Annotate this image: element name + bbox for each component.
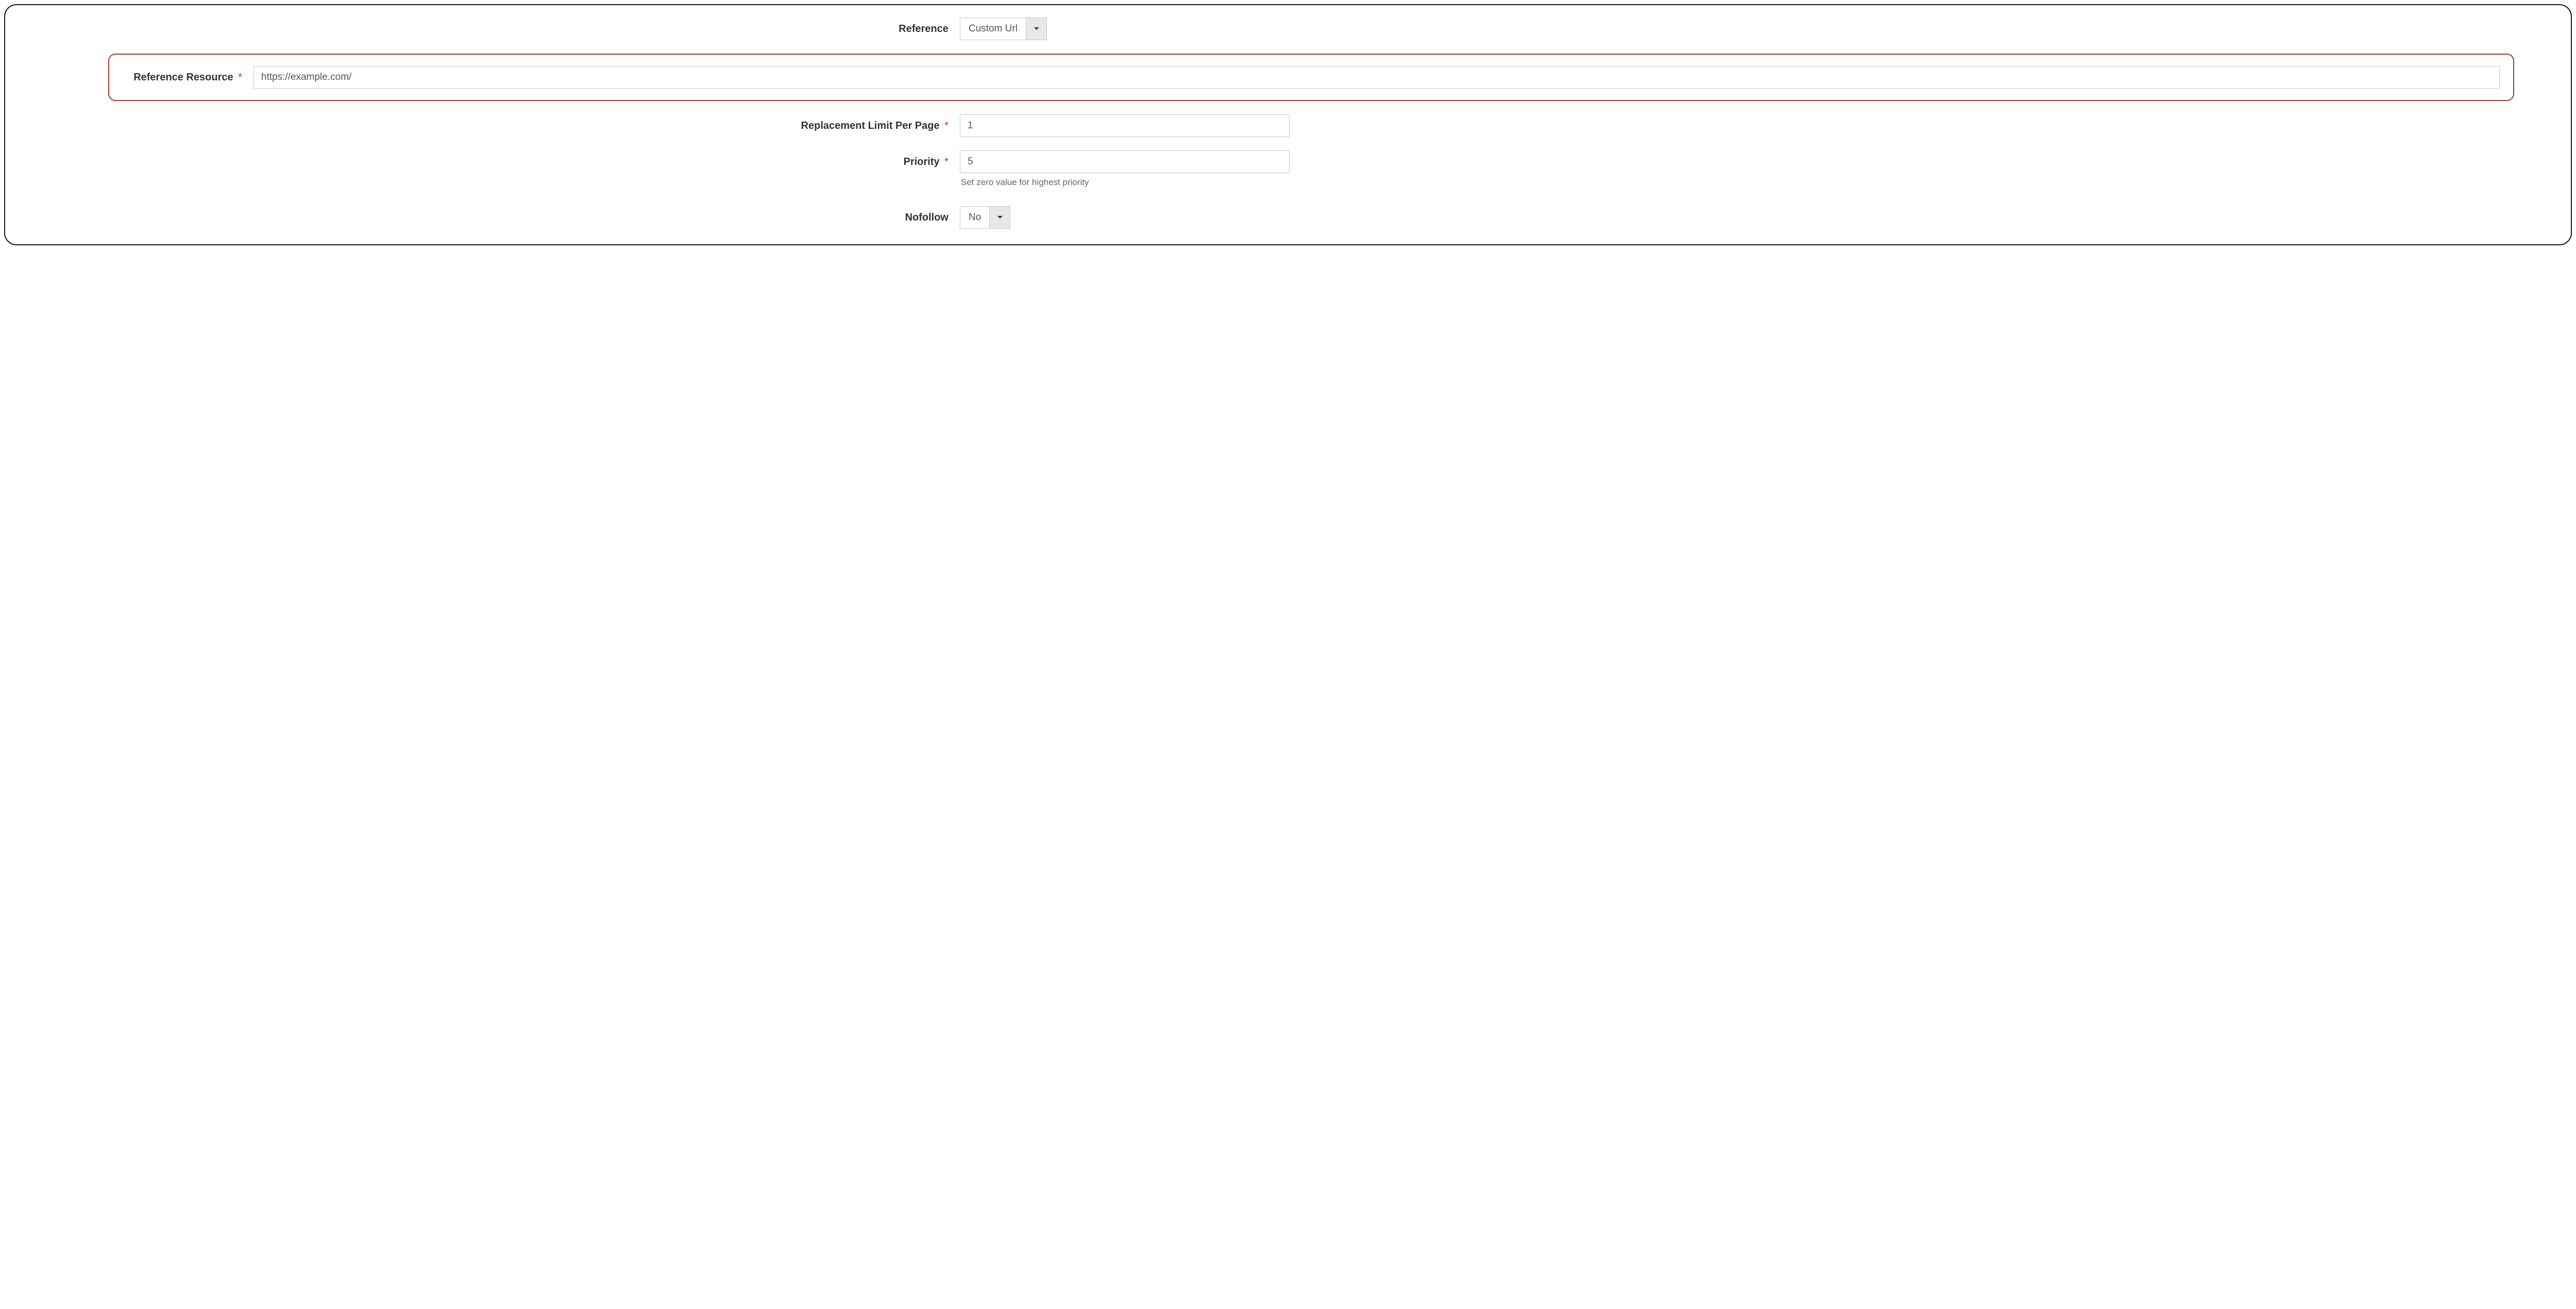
priority-help-text: Set zero value for highest priority xyxy=(960,177,2550,188)
reference-select-value: Custom Url xyxy=(960,18,1026,40)
replacement-limit-label: Replacement Limit Per Page xyxy=(801,120,940,131)
required-asterisk-icon: * xyxy=(944,156,948,167)
reference-select-toggle[interactable] xyxy=(1026,18,1046,40)
nofollow-select-toggle[interactable] xyxy=(989,207,1010,228)
nofollow-select[interactable]: No xyxy=(960,206,1010,229)
nofollow-label: Nofollow xyxy=(26,212,960,224)
nofollow-select-value: No xyxy=(960,207,989,228)
priority-input[interactable] xyxy=(960,150,1290,173)
settings-panel: Reference Custom Url Reference Resource … xyxy=(4,4,2572,245)
chevron-down-icon xyxy=(1033,27,1040,31)
reference-resource-row: Reference Resource * xyxy=(108,54,2514,101)
priority-row: Priority * xyxy=(26,150,2550,173)
required-asterisk-icon: * xyxy=(238,72,242,83)
required-asterisk-icon: * xyxy=(944,120,948,131)
chevron-down-icon xyxy=(997,215,1003,220)
replacement-limit-input[interactable] xyxy=(960,114,1290,137)
reference-row: Reference Custom Url xyxy=(26,18,2550,40)
priority-label: Priority xyxy=(904,156,940,167)
reference-resource-label: Reference Resource xyxy=(133,72,233,83)
reference-label: Reference xyxy=(26,23,960,35)
reference-resource-input[interactable] xyxy=(253,66,2500,89)
replacement-limit-row: Replacement Limit Per Page * xyxy=(26,114,2550,137)
reference-select[interactable]: Custom Url xyxy=(960,18,1047,40)
nofollow-row: Nofollow No xyxy=(26,206,2550,229)
